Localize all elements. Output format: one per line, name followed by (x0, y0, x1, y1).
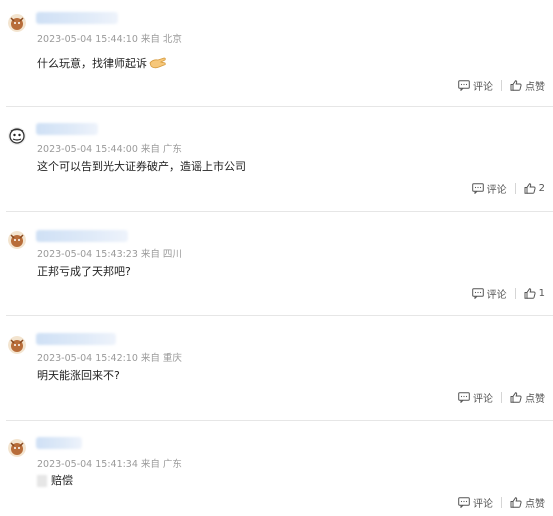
comment-actions: 评论 点赞 (458, 390, 545, 405)
reply-label: 评论 (486, 185, 507, 196)
thumbs-up-icon (524, 288, 536, 299)
username[interactable] (36, 333, 116, 345)
comment-meta: 2023-05-04 15:41:34 来自 广东 (37, 456, 185, 470)
comment-text-content: 赔偿 (51, 474, 73, 487)
comment-timestamp: 2023-05-04 15:44:00 (37, 144, 138, 155)
comment-text-content: 这个可以告到光大证券破产，造谣上市公司 (37, 160, 246, 173)
username[interactable] (36, 123, 98, 135)
comment-location: 广东 (162, 144, 182, 155)
comment-text: 正邦亏成了天邦吧? (37, 263, 131, 279)
hand-emoji-icon (149, 57, 167, 72)
action-divider (501, 497, 502, 508)
like-count: 2 (538, 183, 545, 194)
comment-text-content: 明天能涨回来不? (37, 369, 120, 382)
thumbs-up-icon (510, 497, 522, 508)
user-avatar[interactable] (8, 336, 26, 354)
reply-label: 评论 (473, 394, 493, 405)
from-label: 来自 (140, 353, 160, 364)
username[interactable] (36, 437, 82, 449)
redacted-mark (37, 475, 47, 487)
comment-meta: 2023-05-04 15:43:23 来自 四川 (37, 246, 185, 260)
from-label: 来自 (140, 459, 160, 470)
comment-actions: 评论 点赞 (458, 78, 545, 93)
action-divider (501, 80, 502, 91)
reply-label: 评论 (473, 82, 493, 93)
reply-button[interactable]: 评论 (471, 286, 507, 301)
comment-icon (458, 392, 470, 403)
comment-text-content: 什么玩意，找律师起诉 (37, 57, 147, 70)
comment-timestamp: 2023-05-04 15:42:10 (37, 353, 138, 364)
comment-icon (471, 183, 484, 194)
like-button[interactable]: 点赞 (510, 390, 545, 405)
like-label: 点赞 (525, 82, 545, 93)
comment-location: 重庆 (162, 353, 182, 364)
like-label: 点赞 (525, 394, 545, 405)
comment-item: 2023-05-04 15:44:10 来自 北京 什么玩意，找律师起诉 评论 点赞 (0, 0, 553, 106)
user-avatar[interactable] (8, 127, 26, 145)
thumbs-up-icon (510, 392, 522, 403)
reply-label: 评论 (473, 499, 493, 510)
comment-item: 2023-05-04 15:43:23 来自 四川 正邦亏成了天邦吧? 评论 1 (0, 212, 553, 315)
comment-text: 什么玩意，找律师起诉 (37, 55, 167, 72)
comment-meta: 2023-05-04 15:44:00 来自 广东 (37, 141, 185, 155)
reply-button[interactable]: 评论 (458, 390, 493, 405)
reply-button[interactable]: 评论 (458, 495, 493, 510)
comment-actions: 评论 点赞 (458, 495, 545, 510)
user-avatar[interactable] (8, 231, 26, 249)
comment-timestamp: 2023-05-04 15:44:10 (37, 34, 138, 45)
username[interactable] (36, 12, 118, 24)
comment-text-content: 正邦亏成了天邦吧? (37, 265, 131, 278)
comment-text: 这个可以告到光大证券破产，造谣上市公司 (37, 158, 246, 174)
action-divider (514, 288, 516, 299)
comment-meta: 2023-05-04 15:44:10 来自 北京 (37, 31, 185, 45)
thumbs-up-icon (510, 80, 522, 91)
like-count: 1 (538, 288, 545, 299)
action-divider (514, 183, 516, 194)
from-label: 来自 (140, 144, 160, 155)
like-button[interactable]: 2 (524, 183, 545, 194)
comment-icon (458, 497, 470, 508)
like-label: 点赞 (525, 499, 545, 510)
comment-actions: 评论 2 (471, 181, 545, 196)
comment-actions: 评论 1 (471, 286, 545, 301)
username[interactable] (36, 230, 128, 242)
action-divider (501, 392, 502, 403)
from-label: 来自 (140, 249, 160, 260)
comment-text: 赔偿 (37, 472, 73, 488)
thumbs-up-icon (524, 183, 536, 194)
from-label: 来自 (140, 34, 160, 45)
comment-item: 2023-05-04 15:42:10 来自 重庆 明天能涨回来不? 评论 点赞 (0, 316, 553, 420)
comment-meta: 2023-05-04 15:42:10 来自 重庆 (37, 350, 185, 364)
comment-timestamp: 2023-05-04 15:43:23 (37, 249, 138, 260)
comment-location: 广东 (162, 459, 182, 470)
comment-item: 2023-05-04 15:44:00 来自 广东 这个可以告到光大证券破产，造谣上… (0, 107, 553, 211)
comment-icon (458, 80, 470, 91)
comment-location: 北京 (162, 34, 182, 45)
user-avatar[interactable] (8, 439, 26, 457)
user-avatar[interactable] (8, 14, 26, 32)
reply-label: 评论 (486, 290, 507, 301)
reply-button[interactable]: 评论 (471, 181, 507, 196)
like-button[interactable]: 1 (524, 288, 545, 299)
like-button[interactable]: 点赞 (510, 78, 545, 93)
comment-location: 四川 (162, 249, 182, 260)
comment-item: 2023-05-04 15:41:34 来自 广东 赔偿 评论 点赞 (0, 421, 553, 516)
comment-text: 明天能涨回来不? (37, 367, 120, 383)
like-button[interactable]: 点赞 (510, 495, 545, 510)
reply-button[interactable]: 评论 (458, 78, 493, 93)
comment-timestamp: 2023-05-04 15:41:34 (37, 459, 138, 470)
comment-icon (471, 288, 484, 299)
